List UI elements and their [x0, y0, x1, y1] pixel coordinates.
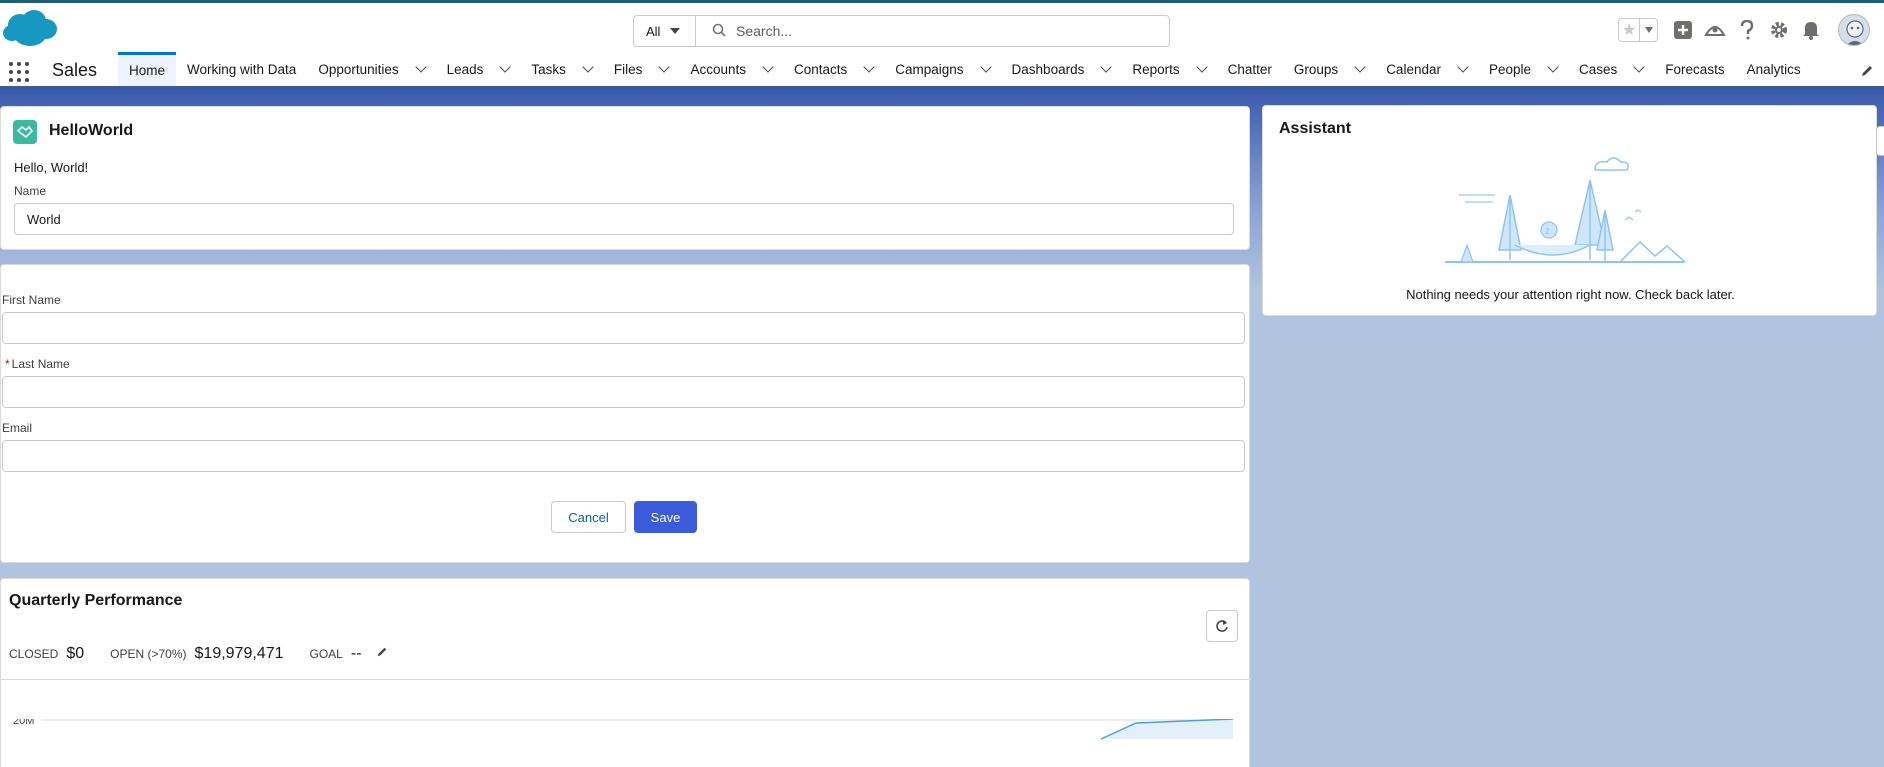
helloworld-card: HelloWorld Hello, World! Name [0, 106, 1250, 250]
gear-icon[interactable] [1768, 19, 1790, 41]
nav-item-opportunities[interactable]: Opportunities [307, 52, 435, 86]
open-value: $19,979,471 [194, 645, 284, 662]
name-label: Name [14, 184, 47, 198]
goal-label: GOAL [309, 647, 343, 661]
nav-item-dashboards[interactable]: Dashboards [1001, 52, 1122, 86]
nav-item-chatter[interactable]: Chatter [1217, 52, 1283, 86]
trailhead-icon[interactable] [1704, 19, 1726, 41]
utility-side-tab[interactable] [1876, 126, 1884, 156]
nav-items: Home Working with Data Opportunities Lea… [118, 52, 1812, 86]
nav-item-people[interactable]: People [1478, 52, 1568, 86]
edit-goal-pencil-icon[interactable] [376, 646, 388, 661]
performance-chart: 20M [13, 719, 1234, 740]
bell-icon[interactable] [1800, 19, 1822, 41]
open-label: OPEN (>70%) [110, 647, 187, 661]
caret-down-icon [670, 28, 681, 34]
nav-item-groups[interactable]: Groups [1283, 52, 1375, 86]
edit-nav-pencil-icon[interactable] [1860, 64, 1874, 81]
nav-item-forecasts[interactable]: Forecasts [1654, 52, 1735, 86]
assistant-message: Nothing needs your attention right now. … [1406, 287, 1735, 302]
favorites-group: ★ [1618, 18, 1658, 42]
save-button[interactable]: Save [634, 501, 697, 533]
chevron-down-icon[interactable] [979, 61, 992, 73]
last-name-label: Last Name [11, 357, 70, 371]
refresh-button[interactable] [1206, 610, 1238, 642]
chevron-down-icon[interactable] [582, 61, 594, 73]
chevron-down-icon[interactable] [1633, 61, 1645, 73]
first-name-label: First Name [2, 293, 61, 307]
search-icon [712, 23, 726, 40]
help-icon[interactable] [1736, 19, 1758, 41]
favorites-dropdown-icon[interactable] [1640, 19, 1657, 41]
card-title: Quarterly Performance [9, 592, 183, 609]
app-navigation: Sales Home Working with Data Opportuniti… [0, 52, 1884, 90]
nav-item-tasks[interactable]: Tasks [520, 52, 603, 86]
first-name-field[interactable] [2, 312, 1245, 344]
chevron-down-icon[interactable] [414, 61, 427, 73]
nav-item-working-with-data[interactable]: Working with Data [176, 52, 307, 86]
global-search: All [633, 15, 1170, 47]
hammock-illustration: z [1445, 157, 1686, 263]
app-name: Sales [52, 60, 98, 80]
card-title: HelloWorld [49, 122, 134, 139]
chevron-down-icon[interactable] [1547, 61, 1559, 73]
contact-form-card: First Name * Last Name Email Cancel Save [0, 264, 1250, 563]
email-field[interactable] [2, 440, 1245, 472]
global-header: All ★ [0, 0, 1884, 52]
avatar[interactable] [1838, 14, 1870, 46]
cancel-button[interactable]: Cancel [551, 501, 626, 533]
svg-text:z: z [1545, 226, 1550, 237]
nav-item-contacts[interactable]: Contacts [783, 52, 884, 86]
nav-item-calendar[interactable]: Calendar [1375, 52, 1478, 86]
assistant-card: Assistant z Nothing needs your attention… [1262, 105, 1877, 316]
y-tick-label: 20M [13, 719, 34, 727]
search-scope-label: All [646, 23, 661, 39]
refresh-icon [1216, 620, 1228, 632]
nav-item-leads[interactable]: Leads [436, 52, 521, 86]
divider [1, 679, 1251, 680]
search-input[interactable] [736, 23, 1156, 39]
nav-item-home[interactable]: Home [118, 52, 177, 86]
performance-metrics: CLOSED $0 OPEN (>70%) $19,979,471 GOAL -… [9, 645, 388, 663]
chevron-down-icon[interactable] [762, 61, 774, 73]
email-label: Email [2, 421, 33, 435]
nav-item-analytics[interactable]: Analytics [1736, 52, 1812, 86]
closed-label: CLOSED [9, 647, 59, 661]
nav-item-cases[interactable]: Cases [1568, 52, 1654, 86]
chevron-down-icon[interactable] [1354, 61, 1366, 73]
nav-item-campaigns[interactable]: Campaigns [884, 52, 1000, 86]
closed-value: $0 [66, 645, 85, 662]
chevron-down-icon[interactable] [658, 61, 671, 73]
quarterly-performance-card: Quarterly Performance CLOSED $0 OPEN (>7… [0, 578, 1251, 767]
search-field [696, 16, 1169, 46]
handshake-icon [13, 120, 37, 144]
required-asterisk: * [5, 357, 10, 371]
add-icon[interactable] [1672, 19, 1694, 41]
chevron-down-icon[interactable] [1457, 61, 1469, 73]
app-launcher-icon[interactable] [9, 62, 29, 82]
chevron-down-icon[interactable] [1195, 61, 1208, 73]
goal-value: -- [350, 645, 362, 662]
search-scope-dropdown[interactable]: All [634, 16, 696, 46]
nav-item-files[interactable]: Files [603, 52, 680, 86]
header-icons: ★ [1618, 13, 1884, 47]
nav-item-accounts[interactable]: Accounts [679, 52, 783, 86]
card-title: Assistant [1279, 120, 1352, 137]
last-name-field[interactable] [2, 376, 1245, 408]
name-input[interactable] [14, 203, 1234, 235]
last-name-label-group: * Last Name [5, 357, 70, 371]
nav-item-reports[interactable]: Reports [1121, 52, 1216, 86]
star-icon[interactable]: ★ [1619, 19, 1641, 41]
greeting-text: Hello, World! [14, 160, 89, 175]
chevron-down-icon[interactable] [863, 61, 875, 73]
salesforce-cloud-logo[interactable] [2, 9, 58, 49]
chevron-down-icon[interactable] [499, 61, 512, 73]
chevron-down-icon[interactable] [1100, 61, 1113, 73]
